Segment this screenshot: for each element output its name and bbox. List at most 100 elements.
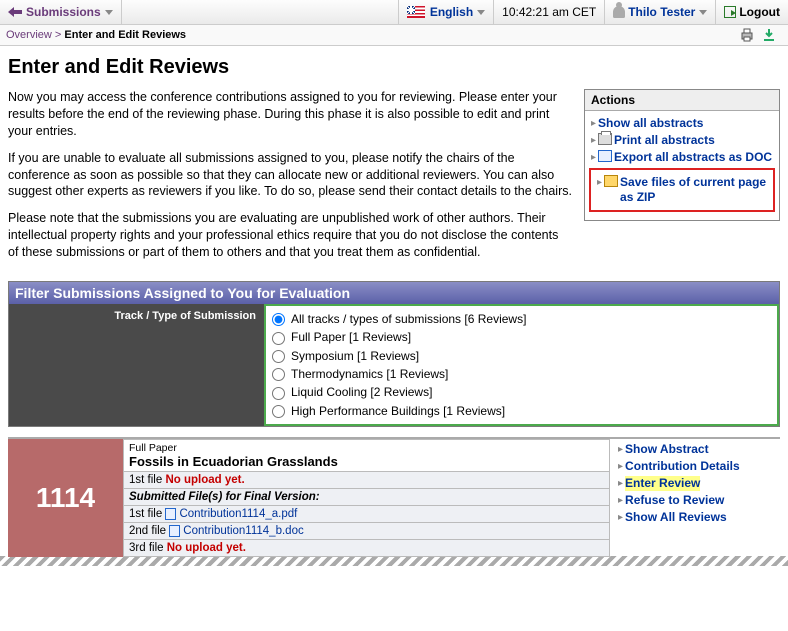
- filter-radio[interactable]: [272, 405, 285, 418]
- user-icon: [613, 6, 625, 18]
- arrow-icon: ▸: [618, 493, 623, 508]
- action-export-doc[interactable]: ▸ Export all abstracts as DOC: [587, 149, 777, 166]
- action-label[interactable]: Export all abstracts as DOC: [614, 150, 772, 165]
- filter-option-all[interactable]: All tracks / types of submissions [6 Rev…: [272, 310, 771, 328]
- topbar-spacer: [121, 0, 398, 24]
- action-save-zip-highlight: ▸ Save files of current page as ZIP: [589, 168, 775, 212]
- link-enter-review[interactable]: ▸Enter Review: [614, 475, 776, 492]
- file-none: No upload yet.: [165, 474, 244, 486]
- filter-option-thermo[interactable]: Thermodynamics [1 Reviews]: [272, 365, 771, 383]
- user-name: Thilo Tester: [628, 5, 695, 19]
- action-label[interactable]: Show all abstracts: [598, 116, 703, 131]
- chevron-down-icon: [105, 10, 113, 15]
- filter-option-fullpaper[interactable]: Full Paper [1 Reviews]: [272, 328, 771, 346]
- submission-header: Full Paper Fossils in Ecuadorian Grassla…: [124, 439, 610, 471]
- download-icon[interactable]: [762, 28, 776, 42]
- submission-row: 1114 Full Paper Fossils in Ecuadorian Gr…: [8, 437, 780, 557]
- final-heading-text: Submitted File(s) for Final Version:: [129, 491, 320, 503]
- zip-icon: [604, 175, 618, 187]
- file-label: 2nd file: [129, 525, 166, 537]
- link-refuse-review[interactable]: ▸Refuse to Review: [614, 492, 776, 509]
- action-label[interactable]: Save files of current page as ZIP: [620, 175, 767, 205]
- link-label[interactable]: Refuse to Review: [625, 493, 724, 508]
- nav-submissions[interactable]: Submissions: [0, 0, 121, 24]
- clock: 10:42:21 am CET: [493, 0, 604, 24]
- arrow-icon: ▸: [618, 442, 623, 457]
- arrow-icon: ▸: [591, 150, 596, 165]
- print-icon: [598, 133, 612, 145]
- filter-label: Track / Type of Submission: [9, 304, 264, 426]
- doc-icon: [598, 150, 612, 162]
- submission-title: Fossils in Ecuadorian Grasslands: [129, 454, 338, 469]
- filter-heading: Filter Submissions Assigned to You for E…: [9, 282, 779, 304]
- filter-option-text: All tracks / types of submissions [6 Rev…: [291, 312, 526, 326]
- back-arrow-icon: [8, 7, 22, 17]
- torn-edge: [0, 556, 788, 566]
- breadcrumb-root[interactable]: Overview: [6, 29, 52, 41]
- breadcrumb-current: Enter and Edit Reviews: [64, 29, 186, 41]
- flag-uk-icon: [407, 6, 425, 18]
- file-row-1: 1st file Contribution1114_a.pdf: [124, 505, 610, 522]
- breadcrumb: Overview > Enter and Edit Reviews: [6, 29, 186, 41]
- submission-type: Full Paper: [129, 442, 177, 454]
- arrow-icon: ▸: [618, 510, 623, 525]
- language-label: English: [430, 5, 473, 19]
- filter-radio[interactable]: [272, 332, 285, 345]
- filter-option-hpb[interactable]: High Performance Buildings [1 Reviews]: [272, 402, 771, 420]
- intro-p3: Please note that the submissions you are…: [8, 210, 572, 261]
- top-bar: Submissions English 10:42:21 am CET Thil…: [0, 0, 788, 25]
- file-label: 1st file: [129, 508, 162, 520]
- action-label[interactable]: Print all abstracts: [614, 133, 715, 148]
- filter-option-text: Full Paper [1 Reviews]: [291, 330, 411, 344]
- final-version-heading: Submitted File(s) for Final Version:: [124, 488, 610, 505]
- link-label[interactable]: Enter Review: [625, 476, 700, 491]
- file-row-2: 2nd file Contribution1114_b.doc: [124, 522, 610, 539]
- link-show-all-reviews[interactable]: ▸Show All Reviews: [614, 509, 776, 526]
- arrow-icon: ▸: [591, 133, 596, 148]
- file-label: 3rd file: [129, 542, 164, 554]
- file-none: No upload yet.: [167, 542, 246, 554]
- filter-option-text: Liquid Cooling [2 Reviews]: [291, 385, 432, 399]
- link-label[interactable]: Show All Reviews: [625, 510, 727, 525]
- filter-option-liquid[interactable]: Liquid Cooling [2 Reviews]: [272, 383, 771, 401]
- file-label: 1st file: [129, 474, 162, 486]
- logout-label: Logout: [739, 5, 780, 19]
- link-show-abstract[interactable]: ▸Show Abstract: [614, 441, 776, 458]
- file-link[interactable]: Contribution1114_a.pdf: [179, 508, 297, 520]
- nav-submissions-link[interactable]: Submissions: [26, 5, 101, 19]
- filter-radio[interactable]: [272, 387, 285, 400]
- filter-radio[interactable]: [272, 350, 285, 363]
- file-icon: [169, 525, 180, 537]
- actions-box: Actions ▸ Show all abstracts ▸ Print all…: [584, 89, 780, 221]
- filter-option-symposium[interactable]: Symposium [1 Reviews]: [272, 347, 771, 365]
- action-save-zip[interactable]: ▸ Save files of current page as ZIP: [593, 174, 771, 206]
- filter-option-text: High Performance Buildings [1 Reviews]: [291, 404, 505, 418]
- logout-button[interactable]: Logout: [715, 0, 788, 24]
- filter-box: Filter Submissions Assigned to You for E…: [8, 281, 780, 427]
- filter-radio[interactable]: [272, 313, 285, 326]
- file-row-3: 3rd file No upload yet.: [124, 539, 610, 556]
- filter-radio[interactable]: [272, 368, 285, 381]
- intro-p2: If you are unable to evaluate all submis…: [8, 150, 572, 201]
- submission-actions: ▸Show Abstract ▸Contribution Details ▸En…: [610, 439, 780, 557]
- chevron-down-icon: [699, 10, 707, 15]
- breadcrumb-row: Overview > Enter and Edit Reviews: [0, 25, 788, 46]
- file-link[interactable]: Contribution1114_b.doc: [183, 525, 303, 537]
- link-label[interactable]: Show Abstract: [625, 442, 709, 457]
- action-show-all-abstracts[interactable]: ▸ Show all abstracts: [587, 115, 777, 132]
- submission-id: 1114: [8, 439, 123, 557]
- link-label[interactable]: Contribution Details: [625, 459, 740, 474]
- action-print-all-abstracts[interactable]: ▸ Print all abstracts: [587, 132, 777, 149]
- page-title: Enter and Edit Reviews: [0, 46, 788, 89]
- print-icon[interactable]: [740, 28, 754, 42]
- filter-option-text: Symposium [1 Reviews]: [291, 349, 419, 363]
- clock-text: 10:42:21 am CET: [502, 5, 596, 19]
- intro-p1: Now you may access the conference contri…: [8, 89, 572, 140]
- actions-heading: Actions: [585, 90, 779, 111]
- file-row-initial: 1st file No upload yet.: [124, 471, 610, 488]
- user-menu[interactable]: Thilo Tester: [604, 0, 715, 24]
- language-selector[interactable]: English: [398, 0, 493, 24]
- arrow-icon: ▸: [597, 175, 602, 190]
- link-contribution-details[interactable]: ▸Contribution Details: [614, 458, 776, 475]
- filter-option-text: Thermodynamics [1 Reviews]: [291, 367, 448, 381]
